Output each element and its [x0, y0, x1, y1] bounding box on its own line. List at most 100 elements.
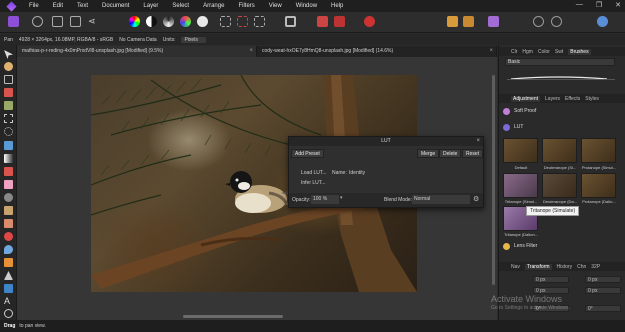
reset-button[interactable]: Reset [462, 149, 484, 158]
menu-edit[interactable]: Edit [46, 3, 70, 9]
maximize-icon[interactable]: ❐ [596, 1, 602, 9]
preset-thumbnail[interactable] [581, 173, 616, 198]
adjustment-soft-proof[interactable]: Soft Proof [503, 106, 536, 116]
tab-styles[interactable]: Styles [585, 96, 599, 102]
blur-brush-icon[interactable] [4, 245, 13, 254]
preset-thumbnail[interactable] [542, 138, 577, 163]
liquify-persona-icon[interactable] [32, 16, 43, 27]
transform-width-field[interactable]: 0 px [585, 276, 621, 283]
transform-height-field[interactable]: 0 px [585, 287, 621, 294]
menu-layer[interactable]: Layer [136, 3, 165, 9]
adjustment-lens-filter[interactable]: Lens Filter [503, 241, 537, 251]
magnet-icon[interactable] [364, 16, 375, 27]
tone-mapping-persona-icon[interactable] [70, 16, 81, 27]
tab-navigator[interactable]: Nav [511, 264, 520, 270]
menu-file[interactable]: File [22, 3, 46, 9]
transform-y-field[interactable]: 0 px [533, 287, 569, 294]
minimize-icon[interactable]: — [576, 1, 583, 9]
deselect-icon[interactable] [237, 16, 248, 27]
tab-layers[interactable]: Layers [545, 96, 560, 102]
transform-shear-field[interactable]: 0° [585, 305, 621, 312]
text-tool-icon[interactable]: A [4, 297, 13, 306]
contrast-icon[interactable] [146, 16, 157, 27]
menu-text[interactable]: Text [70, 3, 95, 9]
menu-select[interactable]: Select [165, 3, 196, 9]
clone-brush-icon[interactable] [4, 206, 13, 215]
assistant-icon[interactable] [317, 16, 328, 27]
menu-view[interactable]: View [262, 3, 289, 9]
move-tool-icon[interactable] [4, 50, 13, 59]
marquee-tool-icon[interactable] [4, 114, 13, 123]
align-icon[interactable] [488, 16, 499, 27]
gradient-tool-icon[interactable] [4, 154, 13, 163]
tab-transform[interactable]: Transform [524, 263, 552, 270]
brush-size-slider[interactable] [507, 79, 615, 80]
close-icon[interactable]: ✕ [615, 1, 621, 9]
blend-mode-select[interactable]: Normal [412, 195, 470, 204]
tab-color[interactable]: Color [538, 49, 550, 55]
transform-x-field[interactable]: 0 px [533, 276, 569, 283]
view-tool-icon[interactable] [4, 62, 13, 71]
crop-tool-icon[interactable] [4, 75, 13, 84]
rotate-left-icon[interactable] [533, 16, 544, 27]
menu-help[interactable]: Help [324, 3, 350, 9]
merge-button[interactable]: Merge [417, 149, 440, 158]
quick-mask-icon[interactable] [285, 16, 296, 27]
close-icon[interactable]: × [249, 46, 253, 57]
chevron-down-icon[interactable]: ▾ [340, 195, 343, 201]
menu-document[interactable]: Document [95, 3, 136, 9]
tab-32p[interactable]: 32P [591, 264, 600, 270]
close-icon[interactable]: × [476, 137, 480, 146]
flood-select-icon[interactable] [4, 101, 13, 110]
photo-persona-icon[interactable] [8, 16, 19, 27]
delete-button[interactable]: Delete [439, 149, 462, 158]
sponge-brush-icon[interactable] [4, 258, 13, 267]
red-eye-icon[interactable] [4, 232, 13, 241]
marquee-selection-icon[interactable] [220, 16, 231, 27]
invert-selection-icon[interactable] [254, 16, 265, 27]
freehand-select-icon[interactable] [4, 127, 13, 136]
tab-swatches[interactable]: Swt [555, 49, 563, 55]
tab-adjustment[interactable]: Adjustment [511, 95, 541, 102]
tab-clr[interactable]: Clr [511, 49, 517, 55]
gear-icon[interactable]: ⚙ [473, 195, 479, 203]
tab-channels[interactable]: Chn [577, 264, 586, 270]
dodge-brush-icon[interactable] [4, 193, 13, 202]
pen-tool-icon[interactable] [4, 271, 13, 280]
preset-thumbnail[interactable] [503, 173, 538, 198]
levels-icon[interactable] [163, 16, 174, 27]
rotate-right-icon[interactable] [551, 16, 562, 27]
develop-persona-icon[interactable] [52, 16, 63, 27]
healing-brush-icon[interactable] [4, 219, 13, 228]
preset-thumbnail[interactable] [503, 138, 538, 163]
snapping-icon[interactable] [334, 16, 345, 27]
arrange-front-icon[interactable] [463, 16, 474, 27]
preset-thumbnail[interactable] [581, 138, 616, 163]
paint-brush-icon[interactable] [4, 167, 13, 176]
horizontal-scrollbar[interactable] [183, 315, 283, 318]
share-icon[interactable]: ⋖ [88, 16, 99, 27]
add-preset-button[interactable]: Add Preset [291, 149, 324, 158]
document-tab[interactable]: mathias-p-r-reding-4x0mPrxdVl8-unsplash.… [17, 46, 257, 57]
tab-effects[interactable]: Effects [565, 96, 580, 102]
preset-thumbnail[interactable] [542, 173, 577, 198]
selection-brush-icon[interactable] [4, 88, 13, 97]
user-icon[interactable] [597, 16, 608, 27]
erase-brush-icon[interactable] [4, 180, 13, 189]
load-lut-button[interactable]: Load LUT... [301, 170, 327, 176]
close-icon[interactable]: × [489, 46, 493, 57]
infer-lut-button[interactable]: Infer LUT... [301, 180, 325, 186]
shape-tool-icon[interactable] [4, 284, 13, 293]
document-tab[interactable]: cody-weat-hxOE7y8HmQ8-unsplash.jpg [Modi… [257, 46, 497, 57]
menu-filters[interactable]: Filters [231, 3, 261, 9]
brush-category-select[interactable]: Basic [505, 58, 615, 66]
menu-window[interactable]: Window [289, 3, 324, 9]
zoom-tool-icon[interactable] [4, 309, 13, 318]
opacity-field[interactable]: 100 % [311, 195, 339, 204]
flood-fill-icon[interactable] [4, 141, 13, 150]
color-wheel-icon[interactable] [129, 16, 140, 27]
white-balance-icon[interactable] [197, 16, 208, 27]
units-select[interactable]: Pixels [181, 36, 206, 43]
hsl-icon[interactable] [180, 16, 191, 27]
arrange-back-icon[interactable] [447, 16, 458, 27]
